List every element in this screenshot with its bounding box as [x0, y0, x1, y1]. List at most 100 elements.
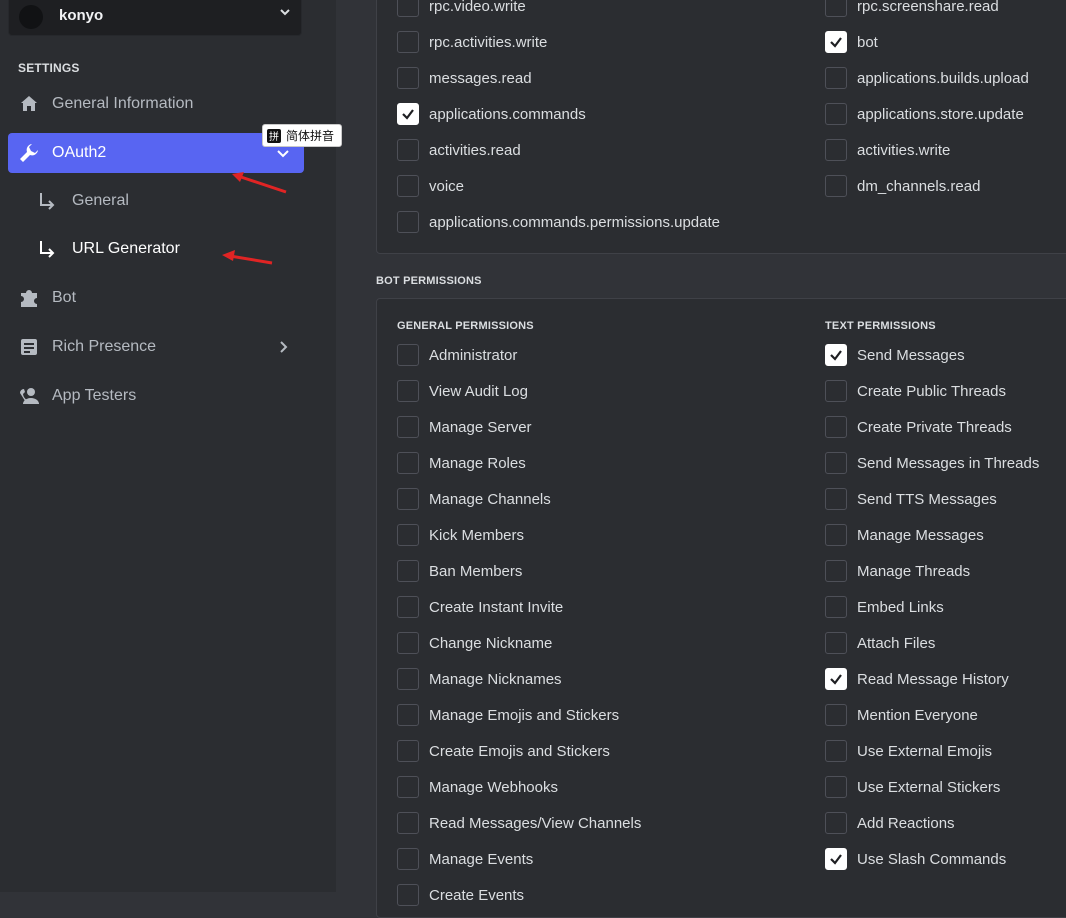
checkbox-row[interactable]: Attach Files: [825, 631, 935, 655]
checkbox[interactable]: [397, 31, 419, 53]
checkbox-row[interactable]: Manage Events: [397, 847, 533, 871]
checkbox[interactable]: [397, 848, 419, 870]
checkbox-row[interactable]: Kick Members: [397, 523, 524, 547]
sidebar-item-general-information[interactable]: General Information: [8, 84, 304, 124]
checkbox[interactable]: [397, 0, 419, 17]
sidebar-item-app-testers[interactable]: App Testers: [8, 376, 304, 416]
sidebar-subitem-general[interactable]: General: [36, 185, 129, 217]
checkbox[interactable]: [825, 812, 847, 834]
checkbox[interactable]: [397, 632, 419, 654]
checkbox[interactable]: [397, 416, 419, 438]
checkbox-row[interactable]: Create Instant Invite: [397, 595, 563, 619]
checkbox[interactable]: [397, 67, 419, 89]
checkbox[interactable]: [825, 560, 847, 582]
checkbox[interactable]: [825, 380, 847, 402]
checkbox-row[interactable]: Manage Emojis and Stickers: [397, 703, 619, 727]
sidebar-item-rich-presence[interactable]: Rich Presence: [8, 327, 304, 367]
checkbox-checked[interactable]: [825, 668, 847, 690]
checkbox-row[interactable]: Manage Server: [397, 415, 532, 439]
checkbox-row[interactable]: View Audit Log: [397, 379, 528, 403]
checkbox[interactable]: [825, 740, 847, 762]
checkbox-row[interactable]: Create Events: [397, 883, 524, 907]
checkbox[interactable]: [825, 67, 847, 89]
checkbox-row[interactable]: messages.read: [397, 66, 532, 90]
checkbox[interactable]: [825, 776, 847, 798]
checkbox[interactable]: [825, 632, 847, 654]
checkbox-row[interactable]: Manage Messages: [825, 523, 984, 547]
checkbox-row[interactable]: Read Messages/View Channels: [397, 811, 641, 835]
annotation-arrow-icon: [222, 250, 273, 265]
checkbox[interactable]: [397, 175, 419, 197]
checkbox-row[interactable]: Send TTS Messages: [825, 487, 997, 511]
checkbox[interactable]: [397, 884, 419, 906]
checkbox[interactable]: [825, 704, 847, 726]
checkbox-row[interactable]: Create Public Threads: [825, 379, 1006, 403]
checkbox-row[interactable]: Send Messages in Threads: [825, 451, 1039, 475]
checkbox-row[interactable]: Use External Stickers: [825, 775, 1000, 799]
checkbox[interactable]: [825, 524, 847, 546]
checkbox-row[interactable]: bot: [825, 30, 878, 54]
checkbox[interactable]: [825, 416, 847, 438]
checkbox[interactable]: [397, 380, 419, 402]
app-selector[interactable]: konyo: [8, 0, 302, 36]
checkbox-checked[interactable]: [825, 848, 847, 870]
checkbox[interactable]: [397, 452, 419, 474]
checkbox-row[interactable]: Send Messages: [825, 343, 965, 367]
checkbox-row[interactable]: Use Slash Commands: [825, 847, 1006, 871]
checkbox[interactable]: [825, 139, 847, 161]
checkbox-row[interactable]: rpc.video.write: [397, 0, 526, 18]
sidebar-item-bot[interactable]: Bot: [8, 278, 304, 318]
checkbox-row[interactable]: applications.commands.permissions.update: [397, 210, 720, 234]
checkbox-row[interactable]: activities.read: [397, 138, 521, 162]
checkbox-row[interactable]: applications.builds.upload: [825, 66, 1029, 90]
sidebar-subitem-url-generator[interactable]: URL Generator: [36, 233, 180, 265]
checkbox[interactable]: [397, 812, 419, 834]
checkbox-row[interactable]: Mention Everyone: [825, 703, 978, 727]
checkbox[interactable]: [397, 488, 419, 510]
checkbox-row[interactable]: Add Reactions: [825, 811, 955, 835]
checkbox[interactable]: [397, 668, 419, 690]
checkbox-checked[interactable]: [397, 103, 419, 125]
checkbox[interactable]: [397, 596, 419, 618]
checkbox-row[interactable]: Manage Webhooks: [397, 775, 558, 799]
checkbox-row[interactable]: Manage Threads: [825, 559, 970, 583]
checkbox-row[interactable]: dm_channels.read: [825, 174, 980, 198]
checkbox-row[interactable]: applications.commands: [397, 102, 586, 126]
checkbox-row[interactable]: applications.store.update: [825, 102, 1024, 126]
checkbox[interactable]: [825, 0, 847, 17]
checkbox-row[interactable]: Create Private Threads: [825, 415, 1012, 439]
checkbox[interactable]: [397, 776, 419, 798]
checkbox[interactable]: [397, 704, 419, 726]
checkbox[interactable]: [825, 596, 847, 618]
ime-badge: 拼: [267, 128, 281, 143]
checkbox[interactable]: [825, 103, 847, 125]
checkbox-row[interactable]: Manage Roles: [397, 451, 526, 475]
checkbox-row[interactable]: activities.write: [825, 138, 950, 162]
sidebar-item-oauth2[interactable]: OAuth2: [8, 133, 304, 173]
checkbox-row[interactable]: Create Emojis and Stickers: [397, 739, 610, 763]
checkbox[interactable]: [397, 524, 419, 546]
checkbox-row[interactable]: Read Message History: [825, 667, 1009, 691]
checkbox-row[interactable]: Manage Channels: [397, 487, 551, 511]
checkbox[interactable]: [397, 344, 419, 366]
checkbox-label: Create Events: [429, 886, 525, 904]
checkbox-row[interactable]: voice: [397, 174, 464, 198]
checkbox[interactable]: [825, 452, 847, 474]
checkbox-row[interactable]: Use External Emojis: [825, 739, 992, 763]
checkbox[interactable]: [397, 139, 419, 161]
checkbox[interactable]: [397, 560, 419, 582]
checkbox[interactable]: [397, 740, 419, 762]
checkbox-row[interactable]: Administrator: [397, 343, 517, 367]
checkbox-row[interactable]: rpc.screenshare.read: [825, 0, 999, 18]
checkbox-row[interactable]: Ban Members: [397, 559, 522, 583]
checkbox[interactable]: [397, 211, 419, 233]
checkbox-checked[interactable]: [825, 31, 847, 53]
checkbox-checked[interactable]: [825, 344, 847, 366]
checkbox-row[interactable]: Manage Nicknames: [397, 667, 562, 691]
checkbox-row[interactable]: rpc.activities.write: [397, 30, 547, 54]
checkbox[interactable]: [825, 488, 847, 510]
checkbox[interactable]: [825, 175, 847, 197]
checkbox-row[interactable]: Embed Links: [825, 595, 944, 619]
checkbox-label: bot: [857, 33, 878, 51]
checkbox-row[interactable]: Change Nickname: [397, 631, 552, 655]
